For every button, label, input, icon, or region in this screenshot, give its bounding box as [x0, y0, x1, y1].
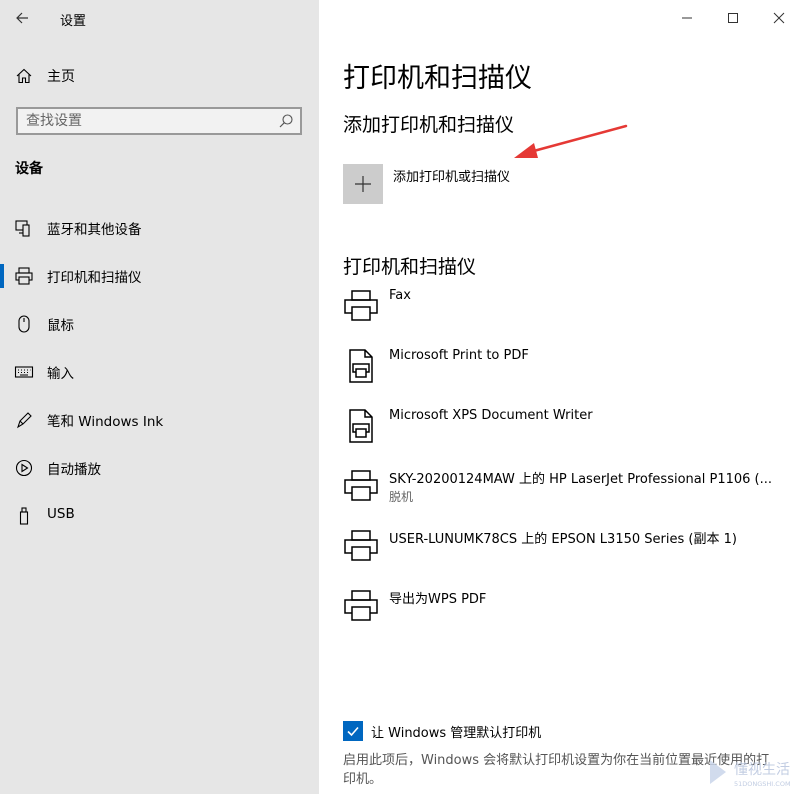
- device-status: 脱机: [389, 490, 414, 504]
- sidebar-item-home[interactable]: 主页: [0, 60, 319, 90]
- window-controls: [664, 0, 802, 36]
- search-icon[interactable]: [278, 113, 294, 129]
- svg-text:懂视生活: 懂视生活: [734, 762, 790, 778]
- device-name: 导出为WPS PDF: [389, 592, 487, 607]
- checkmark-icon: [347, 726, 359, 737]
- sidebar-item-mouse[interactable]: 鼠标: [0, 300, 319, 348]
- checkbox-label: 让 Windows 管理默认打印机: [371, 726, 542, 741]
- sidebar-item-label: 打印机和扫描仪: [47, 270, 142, 286]
- sidebar: 设置 主页 设备 蓝牙和其他设备: [0, 0, 319, 794]
- sidebar-item-autoplay[interactable]: 自动播放: [0, 444, 319, 492]
- maximize-button[interactable]: [710, 0, 756, 36]
- close-icon: [773, 12, 785, 24]
- usb-icon: [19, 507, 29, 525]
- search-box[interactable]: [16, 107, 302, 135]
- document-printer-icon: [349, 349, 373, 383]
- back-arrow-icon: [16, 12, 28, 24]
- add-printer-label: 添加打印机或扫描仪: [393, 170, 511, 185]
- device-item[interactable]: USER-LUNUMK78CS 上的 EPSON L3150 Series (副…: [343, 526, 783, 586]
- mouse-icon: [18, 315, 30, 333]
- list-section-title: 打印机和扫描仪: [343, 256, 477, 278]
- main-content: 打印机和扫描仪 添加打印机和扫描仪 添加打印机或扫描仪 打印机和扫描仪 Fax: [319, 0, 802, 794]
- device-name: SKY-20200124MAW 上的 HP LaserJet Professio…: [389, 472, 773, 487]
- device-name: Fax: [389, 288, 411, 303]
- sidebar-item-label: 鼠标: [47, 318, 74, 334]
- search-input[interactable]: [18, 109, 268, 133]
- device-name: Microsoft XPS Document Writer: [389, 408, 593, 423]
- autoplay-icon: [15, 459, 33, 477]
- printer-icon: [344, 590, 378, 621]
- annotation-arrow-icon: [514, 124, 628, 158]
- sidebar-item-pen[interactable]: 笔和 Windows Ink: [0, 396, 319, 444]
- printer-icon: [344, 290, 378, 321]
- device-item[interactable]: 导出为WPS PDF: [343, 586, 783, 646]
- device-item[interactable]: Microsoft Print to PDF: [343, 346, 783, 406]
- back-button[interactable]: [8, 4, 36, 32]
- sidebar-item-input[interactable]: 输入: [0, 348, 319, 396]
- sidebar-item-label: 蓝牙和其他设备: [47, 222, 142, 238]
- printer-icon: [15, 267, 33, 285]
- maximize-icon: [728, 13, 738, 23]
- add-tile[interactable]: [343, 164, 383, 204]
- printer-icon: [344, 470, 378, 501]
- app-title: 设置: [60, 14, 87, 29]
- close-button[interactable]: [756, 0, 802, 36]
- home-icon: [16, 68, 32, 84]
- sidebar-item-bluetooth[interactable]: 蓝牙和其他设备: [0, 204, 319, 252]
- sidebar-item-label: 输入: [47, 366, 74, 382]
- minimize-icon: [682, 17, 692, 19]
- device-item[interactable]: Fax: [343, 286, 783, 346]
- sidebar-nav: 蓝牙和其他设备 打印机和扫描仪 鼠标 输入 笔和 Windows Ink 自动播…: [0, 204, 319, 540]
- section-heading: 设备: [15, 161, 43, 177]
- printer-icon: [344, 530, 378, 561]
- sidebar-item-label: 自动播放: [47, 462, 101, 478]
- sidebar-item-label: USB: [47, 506, 75, 522]
- keyboard-icon: [14, 366, 34, 378]
- add-printer-button[interactable]: 添加打印机或扫描仪: [343, 164, 603, 204]
- device-name: Microsoft Print to PDF: [389, 348, 529, 363]
- default-printer-checkbox[interactable]: [343, 721, 363, 741]
- sidebar-item-label: 主页: [47, 69, 75, 85]
- sidebar-item-printers[interactable]: 打印机和扫描仪: [0, 252, 319, 300]
- bluetooth-devices-icon: [15, 220, 30, 237]
- title-bar: 设置: [0, 0, 319, 36]
- sidebar-item-label: 笔和 Windows Ink: [47, 414, 164, 430]
- device-item[interactable]: SKY-20200124MAW 上的 HP LaserJet Professio…: [343, 466, 783, 526]
- page-title: 打印机和扫描仪: [343, 63, 532, 94]
- svg-text:51DONGSHI.COM: 51DONGSHI.COM: [734, 780, 791, 788]
- sidebar-item-usb[interactable]: USB: [0, 492, 319, 540]
- device-item[interactable]: Microsoft XPS Document Writer: [343, 406, 783, 466]
- minimize-button[interactable]: [664, 0, 710, 36]
- pen-icon: [17, 412, 32, 429]
- add-section-title: 添加打印机和扫描仪: [343, 114, 515, 136]
- device-name: USER-LUNUMK78CS 上的 EPSON L3150 Series (副…: [389, 532, 737, 547]
- watermark-logo: 懂视生活 51DONGSHI.COM: [710, 760, 791, 788]
- default-printer-checkbox-row[interactable]: 让 Windows 管理默认打印机: [343, 721, 783, 741]
- plus-icon: [355, 176, 371, 192]
- document-printer-icon: [349, 409, 373, 443]
- device-list: Fax Microsoft Print to PDF Microsoft XPS…: [343, 286, 783, 646]
